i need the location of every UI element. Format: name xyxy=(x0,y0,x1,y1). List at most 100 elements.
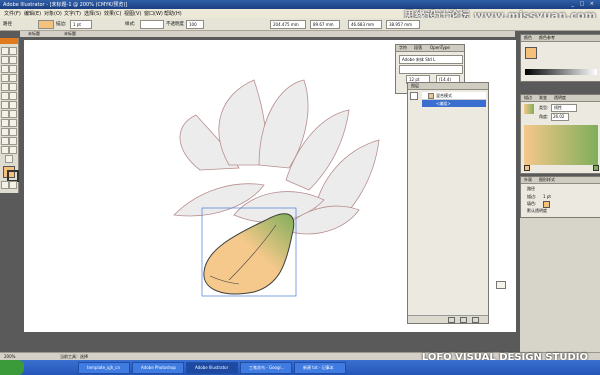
layer-row-2-selected[interactable]: <编组> xyxy=(422,100,486,107)
menu-select[interactable]: 选择(S) xyxy=(84,10,101,17)
menu-window[interactable]: 窗口(W) xyxy=(144,10,163,17)
eye-visibility-icon[interactable] xyxy=(410,92,418,100)
gradient-panel-header: 描边 渐变 透明度 xyxy=(521,95,600,102)
bulb-group xyxy=(203,213,295,295)
petal-top-left xyxy=(218,79,267,166)
menu-file[interactable]: 文件(F) xyxy=(4,10,21,17)
font-family-dropdown[interactable]: Adobe 宋体 Std L xyxy=(399,55,463,64)
appearance-panel-header: 外观 图形样式 xyxy=(521,177,600,184)
taskbar-item-1[interactable]: template_qjh_cn xyxy=(78,362,130,374)
height-field[interactable]: 38.957 mm xyxy=(386,20,420,29)
gradient-angle-field[interactable]: 26.02 xyxy=(551,113,569,121)
mesh-tool-icon[interactable] xyxy=(1,119,9,127)
gradient-thumbnail xyxy=(524,104,534,114)
selection-tool-icon[interactable] xyxy=(1,47,9,55)
tab-transparency[interactable]: 透明度 xyxy=(554,95,566,101)
tab-stroke[interactable]: 描边 xyxy=(524,95,532,101)
appearance-fill-swatch[interactable] xyxy=(543,201,550,208)
tab-layers[interactable]: 图层 xyxy=(411,83,419,89)
scale-tool-icon[interactable] xyxy=(9,92,17,100)
scissors-tool-icon[interactable] xyxy=(1,146,9,154)
tab-paragraph[interactable]: 段落 xyxy=(414,45,422,51)
style-dropdown[interactable] xyxy=(140,20,164,29)
tab-color[interactable]: 颜色 xyxy=(524,35,532,41)
window-title: Adobe Illustrator - [未标题-1 @ 200% (CMYK/… xyxy=(3,2,128,8)
layers-panel: 图层 混合模式 <编组> xyxy=(407,82,506,324)
x-position-field[interactable]: 204.475 mm xyxy=(270,20,306,29)
gradient-stop-end[interactable] xyxy=(593,165,599,171)
menu-object[interactable]: 对象(O) xyxy=(44,10,62,17)
magic-wand-tool-icon[interactable] xyxy=(1,56,9,64)
menu-type[interactable]: 文字(T) xyxy=(64,10,81,17)
menu-edit[interactable]: 编辑(E) xyxy=(24,10,41,17)
taskbar-item-1-label: template_qjh_cn xyxy=(87,365,120,370)
color-spectrum-bar[interactable] xyxy=(525,69,597,75)
taskbar-item-2-label: Adobe Photoshop xyxy=(141,365,176,370)
graph-tool-icon[interactable] xyxy=(9,110,17,118)
zoom-level[interactable]: 200% xyxy=(4,354,15,359)
tab-character[interactable]: 字符 xyxy=(399,45,407,51)
style-label: 样式: xyxy=(125,22,136,27)
blend-tool-icon[interactable] xyxy=(9,128,17,136)
tab-gradient[interactable]: 渐变 xyxy=(539,95,547,101)
taskbar-item-2[interactable]: Adobe Photoshop xyxy=(132,362,184,374)
toolbox xyxy=(0,38,19,193)
panel-button[interactable] xyxy=(496,281,506,289)
new-sublayer-icon[interactable] xyxy=(460,317,467,323)
type-tool-icon[interactable] xyxy=(9,65,17,73)
paintbrush-tool-icon[interactable] xyxy=(1,83,9,91)
y-position-value: 89.67 mm xyxy=(313,22,334,27)
tab-graphic-styles[interactable]: 图形样式 xyxy=(539,177,555,183)
symbol-sprayer-tool-icon[interactable] xyxy=(1,110,9,118)
taskbar-item-4[interactable]: 工笔花鸟 - Googl... xyxy=(240,362,292,374)
taskbar-item-3-label: Adobe Illustrator xyxy=(195,365,229,370)
opacity-value: 100 xyxy=(189,22,197,27)
gradient-type-dropdown[interactable]: 线性 xyxy=(551,104,577,112)
rectangle-tool-icon[interactable] xyxy=(9,74,17,82)
y-position-field[interactable]: 89.67 mm xyxy=(310,20,340,29)
tab-appearance[interactable]: 外观 xyxy=(524,177,532,183)
font-style-dropdown[interactable] xyxy=(399,65,463,74)
layer-name: 混合模式 xyxy=(436,93,452,98)
line-tool-icon[interactable] xyxy=(1,74,9,82)
menu-effect[interactable]: 效果(C) xyxy=(104,10,121,17)
layer-row-1[interactable]: 混合模式 xyxy=(422,92,486,100)
rotate-tool-icon[interactable] xyxy=(1,92,9,100)
taskbar-item-5[interactable]: 新建 txt - 记事本 xyxy=(294,362,346,374)
pen-tool-icon[interactable] xyxy=(1,65,9,73)
menu-help[interactable]: 帮助(H) xyxy=(164,10,182,17)
fill-swatch[interactable] xyxy=(38,20,54,29)
tab-opentype[interactable]: OpenType xyxy=(430,45,450,50)
stroke-weight-field[interactable]: 1 pt xyxy=(70,20,92,29)
gradient-tool-icon[interactable] xyxy=(9,119,17,127)
gradient-mode-icon[interactable] xyxy=(9,181,17,189)
doc-tab-2[interactable]: 未标题 xyxy=(64,31,76,37)
live-paint-tool-icon[interactable] xyxy=(1,137,9,145)
hand-tool-icon[interactable] xyxy=(9,146,17,154)
doc-tab-1[interactable]: 未标题 xyxy=(28,31,40,37)
zoom-tool-icon[interactable] xyxy=(5,155,13,163)
start-button[interactable] xyxy=(0,360,24,375)
new-layer-icon[interactable] xyxy=(448,317,455,323)
width-field[interactable]: 46.683 mm xyxy=(348,20,382,29)
color-panel-fill-swatch[interactable] xyxy=(525,47,537,59)
direct-selection-tool-icon[interactable] xyxy=(9,47,17,55)
menu-view[interactable]: 视图(V) xyxy=(124,10,141,17)
opacity-field[interactable]: 100 xyxy=(186,20,204,29)
tab-color-guide[interactable]: 颜色参考 xyxy=(539,35,555,41)
appearance-opacity-label: 默认透明度 xyxy=(527,208,547,213)
eyedropper-tool-icon[interactable] xyxy=(1,128,9,136)
gradient-stop-start[interactable] xyxy=(524,165,530,171)
color-mode-icon[interactable] xyxy=(1,181,9,189)
slice-tool-icon[interactable] xyxy=(9,137,17,145)
ai-logo-icon xyxy=(0,38,18,44)
control-bar: 路径 描边: 1 pt 样式: 不透明度 100 204.475 mm 89.6… xyxy=(0,18,600,31)
warp-tool-icon[interactable] xyxy=(1,101,9,109)
lasso-tool-icon[interactable] xyxy=(9,56,17,64)
color-panel-header: 颜色 颜色参考 xyxy=(521,35,600,42)
taskbar-item-3[interactable]: Adobe Illustrator xyxy=(186,362,238,374)
pencil-tool-icon[interactable] xyxy=(9,83,17,91)
delete-layer-icon[interactable] xyxy=(472,317,479,323)
character-panel-header: 字符 段落 OpenType xyxy=(396,45,464,52)
free-transform-tool-icon[interactable] xyxy=(9,101,17,109)
